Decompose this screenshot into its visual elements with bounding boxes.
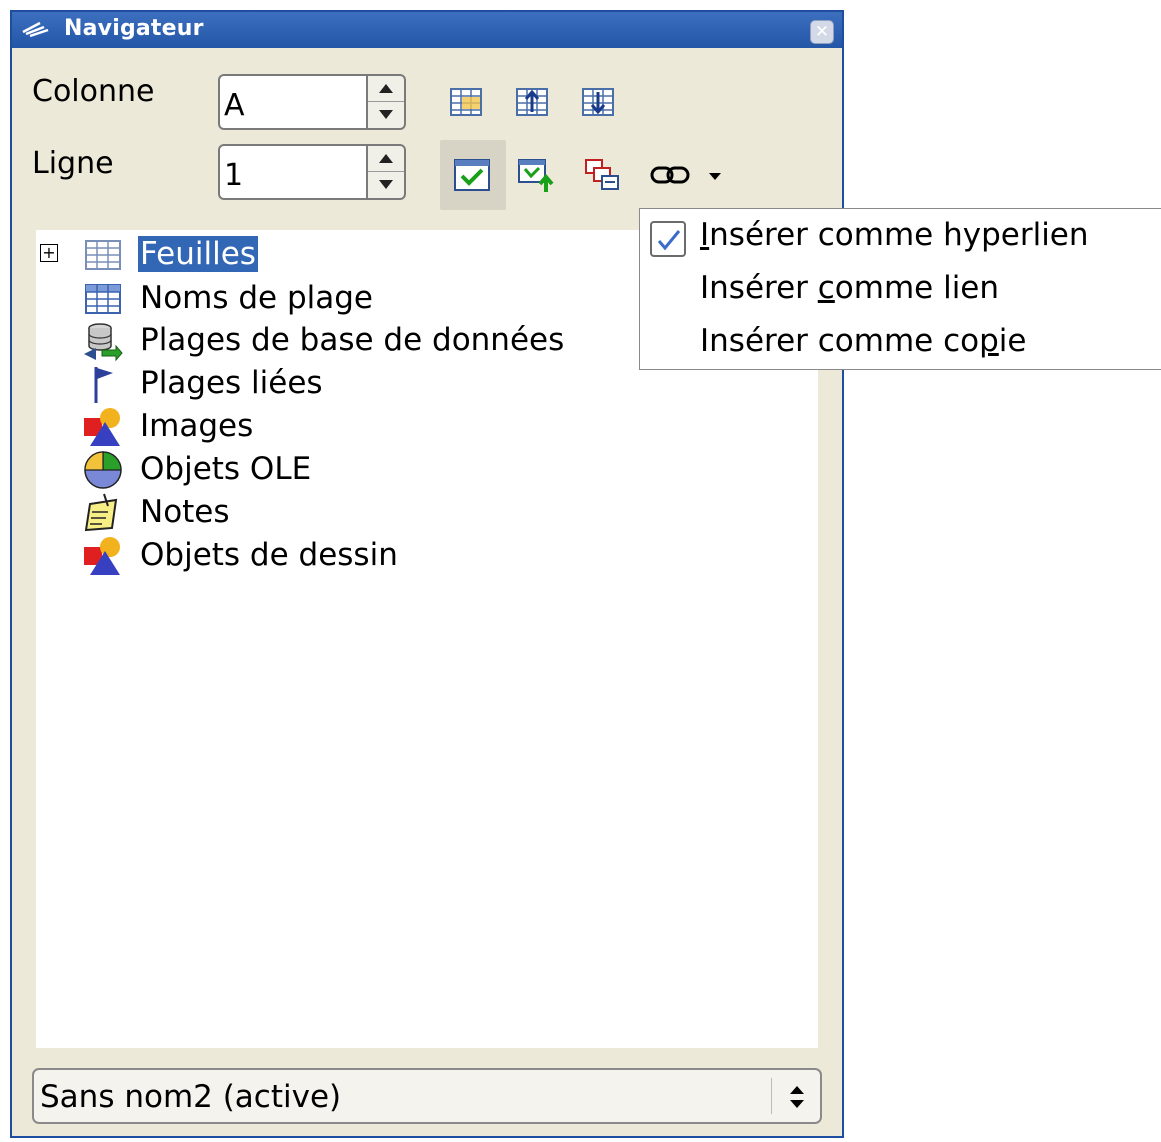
tree-item-label: Objets OLE [140, 451, 312, 487]
title-bar[interactable]: Navigateur ✕ [12, 12, 842, 48]
drag-mode-icon [585, 159, 619, 190]
database-range-icon [84, 323, 123, 362]
dropdown-arrow-icon [709, 173, 721, 180]
tree-item-label: Plages liées [140, 365, 323, 401]
row-stepper[interactable] [368, 144, 406, 200]
tree-item-label: Objets de dessin [140, 537, 398, 573]
drawing-objects-icon [84, 537, 120, 575]
data-range-button[interactable] [444, 80, 488, 124]
drag-mode-dropdown[interactable] [644, 152, 732, 196]
tree-item-label: Plages de base de données [140, 322, 565, 358]
data-range-icon [450, 88, 482, 116]
tree-item-label: Noms de plage [140, 280, 373, 316]
tree-item-label: Images [140, 408, 254, 444]
window-title: Navigateur [64, 16, 204, 41]
end-button[interactable] [576, 80, 620, 124]
column-increment-button[interactable] [368, 76, 404, 102]
checkbox-icon [650, 221, 686, 257]
sheet-icon [85, 240, 121, 270]
content-toggle-icon [454, 159, 490, 191]
tree-item-notes[interactable]: Notes [36, 492, 818, 534]
drag-mode-button[interactable] [578, 152, 622, 196]
content-toggle-button[interactable] [440, 140, 506, 210]
document-select[interactable]: Sans nom2 (active) [32, 1068, 822, 1124]
column-decrement-button[interactable] [368, 102, 404, 128]
window-menu-icon[interactable] [20, 18, 52, 46]
row-decrement-button[interactable] [368, 172, 404, 198]
menu-item-insert-as-link[interactable]: Insérer comme lien [700, 270, 999, 306]
column-label: Colonne [32, 74, 155, 109]
start-button[interactable] [510, 80, 554, 124]
navigator-window: Navigateur ✕ Colonne A Ligne 1 + Feuille… [10, 10, 844, 1138]
row-label: Ligne [32, 146, 114, 181]
tree-item-drawing-objects[interactable]: Objets de dessin [36, 535, 818, 577]
scenarios-button[interactable] [512, 152, 556, 196]
scenarios-icon [518, 159, 554, 192]
select-separator [771, 1078, 772, 1114]
tree-item-label: Feuilles [138, 236, 258, 272]
row-value: 1 [224, 158, 244, 193]
tree-item-ole-objects[interactable]: Objets OLE [36, 449, 818, 491]
menu-item-insert-as-copy[interactable]: Insérer comme copie [700, 323, 1026, 359]
column-value: A [224, 88, 245, 123]
images-icon [84, 408, 120, 446]
notes-icon [84, 493, 118, 532]
end-icon [582, 88, 614, 116]
row-input[interactable]: 1 [218, 144, 368, 200]
close-icon[interactable]: ✕ [810, 20, 834, 44]
range-names-icon [85, 284, 121, 314]
expand-icon[interactable]: + [40, 244, 58, 262]
ole-objects-icon [84, 451, 122, 489]
column-input[interactable]: A [218, 74, 368, 130]
tree-item-label: Notes [140, 494, 230, 530]
document-select-value: Sans nom2 (active) [40, 1079, 342, 1115]
start-icon [516, 88, 548, 116]
link-icon [650, 166, 690, 184]
tree-item-images[interactable]: Images [36, 406, 818, 448]
updown-arrow-icon [790, 1086, 804, 1108]
menu-item-insert-as-hyperlink[interactable]: Insérer comme hyperlien [700, 217, 1089, 253]
column-stepper[interactable] [368, 74, 406, 130]
drag-mode-menu: Insérer comme hyperlien Insérer comme li… [639, 208, 1161, 370]
linked-ranges-flag-icon [94, 367, 113, 403]
row-increment-button[interactable] [368, 146, 404, 172]
